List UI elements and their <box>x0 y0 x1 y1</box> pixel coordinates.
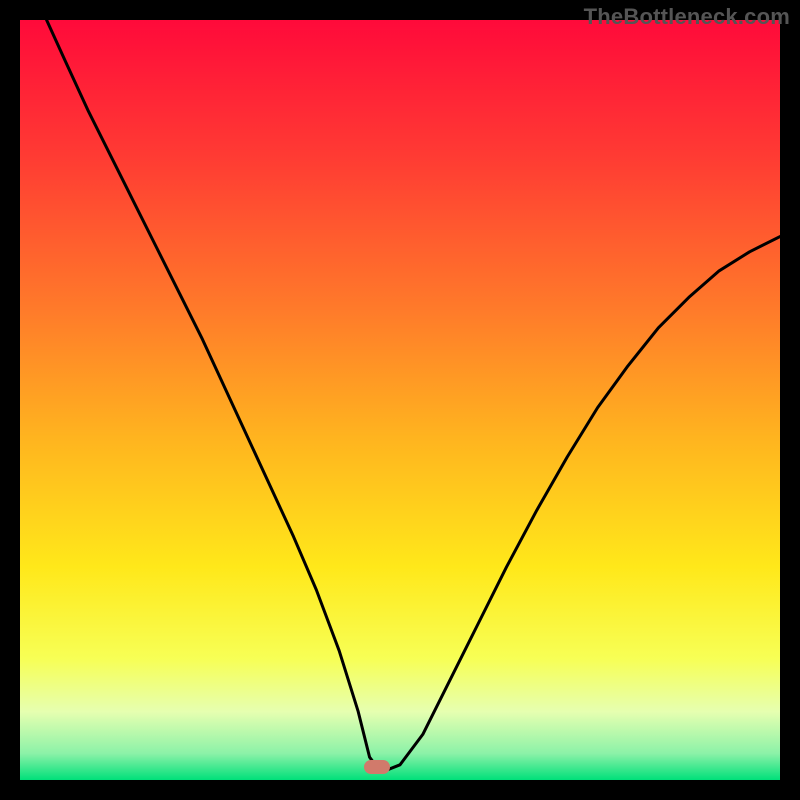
gradient-background <box>20 20 780 780</box>
plot-area <box>20 20 780 780</box>
plot-svg <box>20 20 780 780</box>
watermark-text: TheBottleneck.com <box>584 4 790 30</box>
optimum-marker <box>364 760 390 774</box>
chart-frame: TheBottleneck.com <box>0 0 800 800</box>
